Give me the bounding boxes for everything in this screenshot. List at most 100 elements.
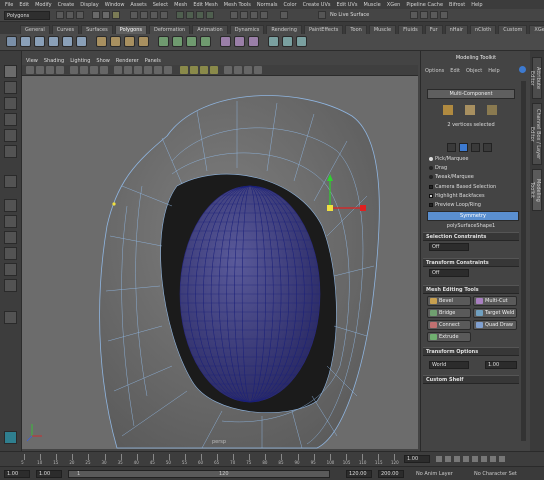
menu-help[interactable]: Help — [471, 2, 482, 8]
shelf-tab-surfaces[interactable]: Surfaces — [81, 25, 113, 34]
shelf-tab-painteffects[interactable]: PaintEffects — [303, 25, 344, 34]
select-tool-icon[interactable] — [4, 65, 17, 78]
shelf-tab-general[interactable]: General — [20, 25, 50, 34]
scale-tool-icon[interactable] — [4, 145, 17, 158]
shelf-tab-ncloth[interactable]: nCloth — [470, 25, 497, 34]
step-forward-key-icon[interactable] — [481, 456, 487, 462]
grid-toggle-icon[interactable] — [70, 66, 78, 74]
highlight-backfaces-option[interactable]: Highlight Backfaces — [429, 193, 485, 200]
soft-select-icon[interactable] — [459, 143, 468, 152]
offset-loop-icon[interactable] — [248, 36, 259, 47]
xray-icon[interactable] — [234, 66, 242, 74]
menu-display[interactable]: Display — [80, 2, 98, 8]
select-vertex-icon[interactable] — [130, 11, 138, 19]
transform-constraints-dropdown[interactable]: Off — [429, 269, 469, 277]
mesh-editing-tools-header[interactable]: Mesh Editing Tools — [423, 285, 519, 294]
panel-menu-lighting[interactable]: Lighting — [70, 58, 90, 64]
xray-joints-icon[interactable] — [244, 66, 252, 74]
selection-constraints-dropdown[interactable]: Off — [429, 243, 469, 251]
render-icon[interactable] — [240, 11, 248, 19]
persp-graph-layout-icon[interactable] — [4, 231, 17, 244]
move-tool-icon[interactable] — [4, 113, 17, 126]
menu-edit-uvs[interactable]: Edit UVs — [336, 2, 357, 8]
sidebar-toggle-icon[interactable] — [410, 11, 418, 19]
menu-edit-mesh[interactable]: Edit Mesh — [193, 2, 217, 8]
reflection-icon[interactable] — [471, 143, 480, 152]
toolkit-menu-edit[interactable]: Edit — [450, 68, 460, 74]
planar-map-icon[interactable] — [268, 36, 279, 47]
animation-end-field[interactable]: 200.00 — [378, 470, 404, 478]
current-frame-field[interactable]: 1.00 — [404, 455, 430, 463]
bookmark-icon[interactable] — [46, 66, 54, 74]
preview-loop-ring-checkbox[interactable] — [429, 202, 433, 207]
shelf-tab-custom[interactable]: Custom — [498, 25, 528, 34]
select-object-icon[interactable] — [102, 11, 110, 19]
tab-modeling-toolkit[interactable]: Modeling Toolkit — [529, 169, 542, 211]
toolkit-scrollbar[interactable] — [521, 81, 526, 441]
shelf-tab-polygons[interactable]: Polygons — [114, 25, 147, 34]
step-back-key-icon[interactable] — [454, 456, 460, 462]
face-mode-icon[interactable] — [487, 105, 497, 115]
menu-assets[interactable]: Assets — [130, 2, 146, 8]
combine-icon[interactable] — [96, 36, 107, 47]
ipr-render-icon[interactable] — [250, 11, 258, 19]
resolution-gate-icon[interactable] — [90, 66, 98, 74]
textured-icon[interactable] — [144, 66, 152, 74]
poly-cube-icon[interactable] — [20, 36, 31, 47]
film-gate-icon[interactable] — [80, 66, 88, 74]
new-scene-icon[interactable] — [56, 11, 64, 19]
camera-based-selection-option[interactable]: Camera Based Selection — [429, 184, 496, 191]
select-component-icon[interactable] — [112, 11, 120, 19]
tweak-marquee-radio[interactable] — [429, 174, 433, 179]
menu-edit[interactable]: Edit — [19, 2, 29, 8]
camera-attributes-icon[interactable] — [36, 66, 44, 74]
image-plane-icon[interactable] — [56, 66, 64, 74]
select-uv-icon[interactable] — [160, 11, 168, 19]
screen-space-ao-icon[interactable] — [180, 66, 188, 74]
persp-outliner-layout-icon[interactable] — [4, 215, 17, 228]
save-scene-icon[interactable] — [76, 11, 84, 19]
toolkit-menu-options[interactable]: Options — [425, 68, 444, 74]
four-view-layout-icon[interactable] — [4, 199, 17, 212]
drag-option[interactable]: Drag — [429, 165, 447, 172]
go-to-end-icon[interactable] — [499, 456, 505, 462]
panel-menu-panels[interactable]: Panels — [145, 58, 161, 64]
snap-curve-icon[interactable] — [186, 11, 194, 19]
menu-mesh-tools[interactable]: Mesh Tools — [224, 2, 251, 8]
pick-marquee-option[interactable]: Pick/Marquee — [429, 156, 468, 163]
target-weld-button[interactable]: Target Weld — [473, 308, 517, 318]
select-edge-icon[interactable] — [140, 11, 148, 19]
vertex-mode-icon[interactable] — [443, 105, 453, 115]
menu-normals[interactable]: Normals — [257, 2, 278, 8]
shelf-tab-toon[interactable]: Toon — [345, 25, 367, 34]
edge-mode-icon[interactable] — [465, 105, 475, 115]
backface-culling-icon[interactable] — [254, 66, 262, 74]
shelf-tab-dynamics[interactable]: Dynamics — [229, 25, 265, 34]
depth-of-field-icon[interactable] — [210, 66, 218, 74]
paint-select-tool-icon[interactable] — [4, 97, 17, 110]
symmetry-button[interactable]: Symmetry — [427, 211, 519, 221]
tweak-marquee-option[interactable]: Tweak/Marquee — [429, 174, 474, 181]
isolate-select-icon[interactable] — [224, 66, 232, 74]
shadows-icon[interactable] — [164, 66, 172, 74]
magnet-icon[interactable] — [280, 11, 288, 19]
menu-create-uvs[interactable]: Create UVs — [303, 2, 331, 8]
outliner-layout-icon[interactable] — [4, 263, 17, 276]
single-perspective-layout-icon[interactable] — [4, 175, 17, 188]
play-forwards-icon[interactable] — [472, 456, 478, 462]
snap-point-icon[interactable] — [196, 11, 204, 19]
menu-muscle[interactable]: Muscle — [363, 2, 380, 8]
selection-constraints-header[interactable]: Selection Constraints — [423, 232, 519, 241]
wireframe-icon[interactable] — [114, 66, 122, 74]
history-icon[interactable] — [230, 11, 238, 19]
shelf-tab-curves[interactable]: Curves — [51, 25, 80, 34]
drag-radio[interactable] — [429, 165, 433, 170]
shelf-tab-deformation[interactable]: Deformation — [149, 25, 191, 34]
step-forward-icon[interactable] — [490, 456, 496, 462]
shelf-tab-nhair[interactable]: nHair — [444, 25, 468, 34]
maya-logo-icon[interactable] — [4, 431, 17, 444]
append-poly-icon[interactable] — [200, 36, 211, 47]
go-to-start-icon[interactable] — [436, 456, 442, 462]
shelf-tab-rendering[interactable]: Rendering — [266, 25, 302, 34]
menu-pipeline-cache[interactable]: Pipeline Cache — [406, 2, 443, 8]
